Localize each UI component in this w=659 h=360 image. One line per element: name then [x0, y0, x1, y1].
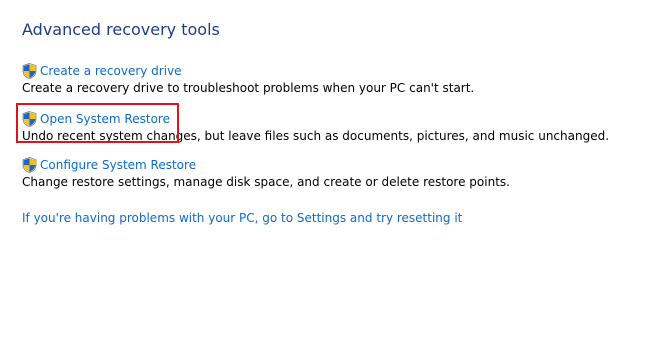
- create-recovery-drive-description: Create a recovery drive to troubleshoot …: [22, 81, 475, 95]
- tool-configure-system-restore: Configure System Restore Change restore …: [22, 156, 510, 190]
- configure-system-restore-description: Change restore settings, manage disk spa…: [22, 175, 510, 189]
- configure-system-restore-link[interactable]: Configure System Restore: [22, 156, 510, 174]
- page-title: Advanced recovery tools: [22, 20, 220, 39]
- uac-shield-icon: [22, 157, 37, 173]
- configure-system-restore-label: Configure System Restore: [40, 158, 197, 172]
- tool-create-recovery-drive: Create a recovery drive Create a recover…: [22, 62, 474, 96]
- reset-pc-link[interactable]: If you're having problems with your PC, …: [22, 210, 462, 226]
- tool-open-system-restore: Open System Restore Undo recent system c…: [22, 110, 609, 144]
- open-system-restore-label: Open System Restore: [40, 112, 170, 126]
- create-recovery-drive-label: Create a recovery drive: [40, 64, 182, 78]
- uac-shield-icon: [22, 63, 37, 79]
- open-system-restore-description: Undo recent system changes, but leave fi…: [22, 129, 610, 143]
- open-system-restore-link[interactable]: Open System Restore: [22, 110, 609, 128]
- create-recovery-drive-link[interactable]: Create a recovery drive: [22, 62, 474, 80]
- uac-shield-icon: [22, 111, 37, 127]
